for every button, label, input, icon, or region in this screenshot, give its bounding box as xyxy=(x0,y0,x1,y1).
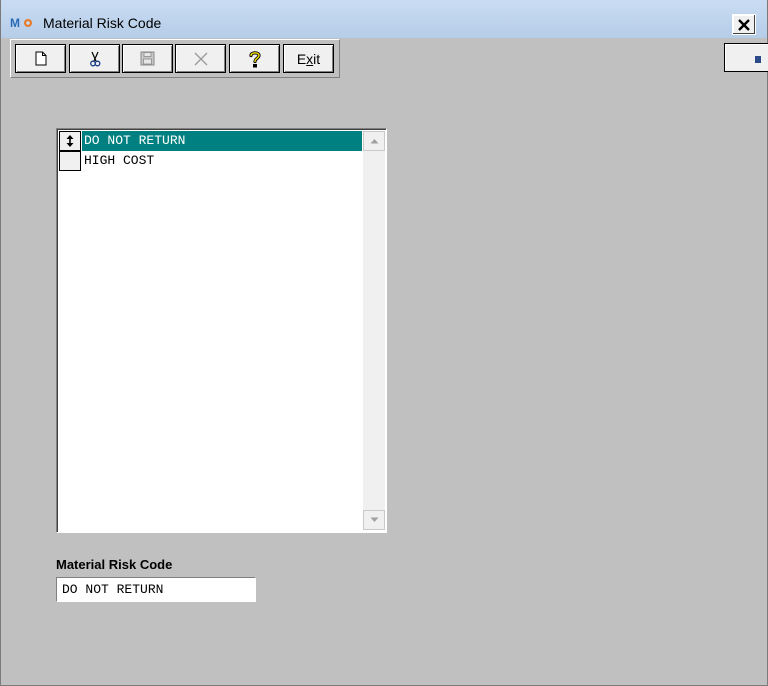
exit-label-suffix: it xyxy=(313,50,321,67)
title-bar: M Material Risk Code xyxy=(1,0,767,38)
row-value: DO NOT RETURN xyxy=(84,133,186,148)
table-row[interactable]: DO NOT RETURN xyxy=(59,131,362,151)
save-button[interactable] xyxy=(122,44,173,73)
chevron-up-icon xyxy=(370,139,378,144)
help-question-icon xyxy=(248,50,261,67)
row-value: HIGH COST xyxy=(84,153,155,168)
risk-code-grid[interactable]: DO NOT RETURN HIGH COST xyxy=(56,128,387,533)
resize-arrows-icon xyxy=(66,135,74,147)
main-window: M Material Risk Code Exit DO NOT RETURN … xyxy=(0,0,768,686)
risk-code-label: Material Risk Code xyxy=(56,557,173,572)
app-logo-icon: M xyxy=(10,16,32,30)
chevron-down-icon xyxy=(370,517,378,522)
exit-button[interactable]: Exit xyxy=(283,44,334,73)
table-row[interactable]: HIGH COST xyxy=(59,151,362,171)
row-selector[interactable] xyxy=(59,131,81,151)
partial-edge-button[interactable] xyxy=(724,43,768,72)
new-document-icon xyxy=(35,51,46,66)
delete-x-icon xyxy=(194,52,207,65)
help-button[interactable] xyxy=(229,44,280,73)
cut-button[interactable] xyxy=(69,44,120,73)
close-button[interactable] xyxy=(732,14,756,35)
scissors-icon xyxy=(89,51,100,66)
scroll-down-button[interactable] xyxy=(363,510,385,530)
toolbar: Exit xyxy=(10,39,340,78)
save-disk-icon xyxy=(140,51,155,66)
svg-text:M: M xyxy=(10,16,20,30)
window-title: Material Risk Code xyxy=(43,15,162,31)
partial-button-icon xyxy=(755,56,761,63)
row-selector[interactable] xyxy=(59,151,81,171)
vertical-scrollbar[interactable] xyxy=(363,131,385,530)
scroll-up-button[interactable] xyxy=(363,131,385,151)
exit-label-prefix: E xyxy=(296,50,307,67)
risk-code-input[interactable] xyxy=(56,577,256,602)
new-button[interactable] xyxy=(15,44,66,73)
delete-button[interactable] xyxy=(175,44,226,73)
close-icon xyxy=(738,18,750,31)
